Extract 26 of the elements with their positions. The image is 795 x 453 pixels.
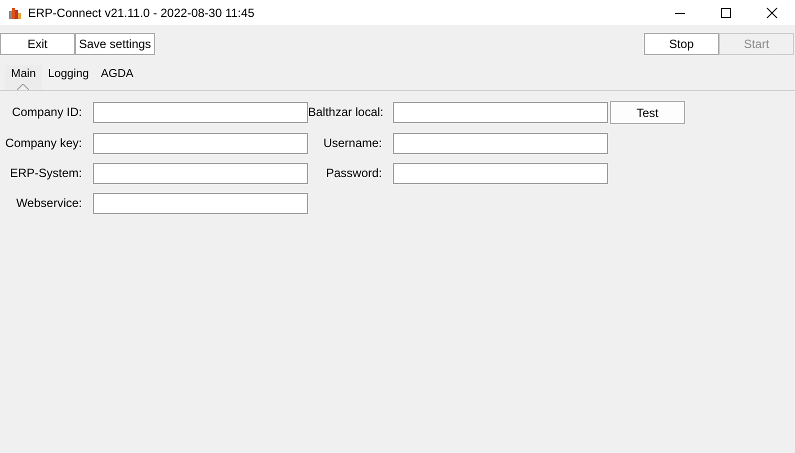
input-field[interactable] <box>93 193 308 214</box>
toolbar-button[interactable]: Save settings <box>75 33 156 55</box>
field-label: Balthzar local: <box>308 104 384 121</box>
window-title: ERP-Connect v21.11.0 - 2022-08-30 11:45 <box>28 6 254 20</box>
tab[interactable]: AGDA <box>94 65 140 90</box>
input-field[interactable] <box>393 163 608 184</box>
field-label: Webservice: <box>15 195 83 212</box>
maximize-icon[interactable] <box>720 6 732 18</box>
input-field[interactable] <box>93 163 308 184</box>
tab[interactable]: Logging <box>42 65 95 90</box>
tab[interactable]: Main <box>5 65 42 90</box>
toolbar-button[interactable]: Exit <box>0 33 75 55</box>
field-label: Company ID: <box>10 104 83 121</box>
input-field[interactable] <box>393 102 608 123</box>
test-button[interactable]: Test <box>610 101 685 124</box>
field-label: Username: <box>322 135 383 152</box>
field-label: ERP-System: <box>8 165 83 182</box>
input-field[interactable] <box>93 133 308 154</box>
field-label: Company key: <box>4 135 83 152</box>
input-field[interactable] <box>93 102 308 123</box>
toolbar-button[interactable]: Stop <box>644 33 719 55</box>
caret-icon <box>17 84 30 90</box>
close-icon[interactable] <box>766 6 778 18</box>
input-field[interactable] <box>393 133 608 154</box>
app-icon <box>8 6 22 20</box>
field-label: Password: <box>324 165 383 182</box>
